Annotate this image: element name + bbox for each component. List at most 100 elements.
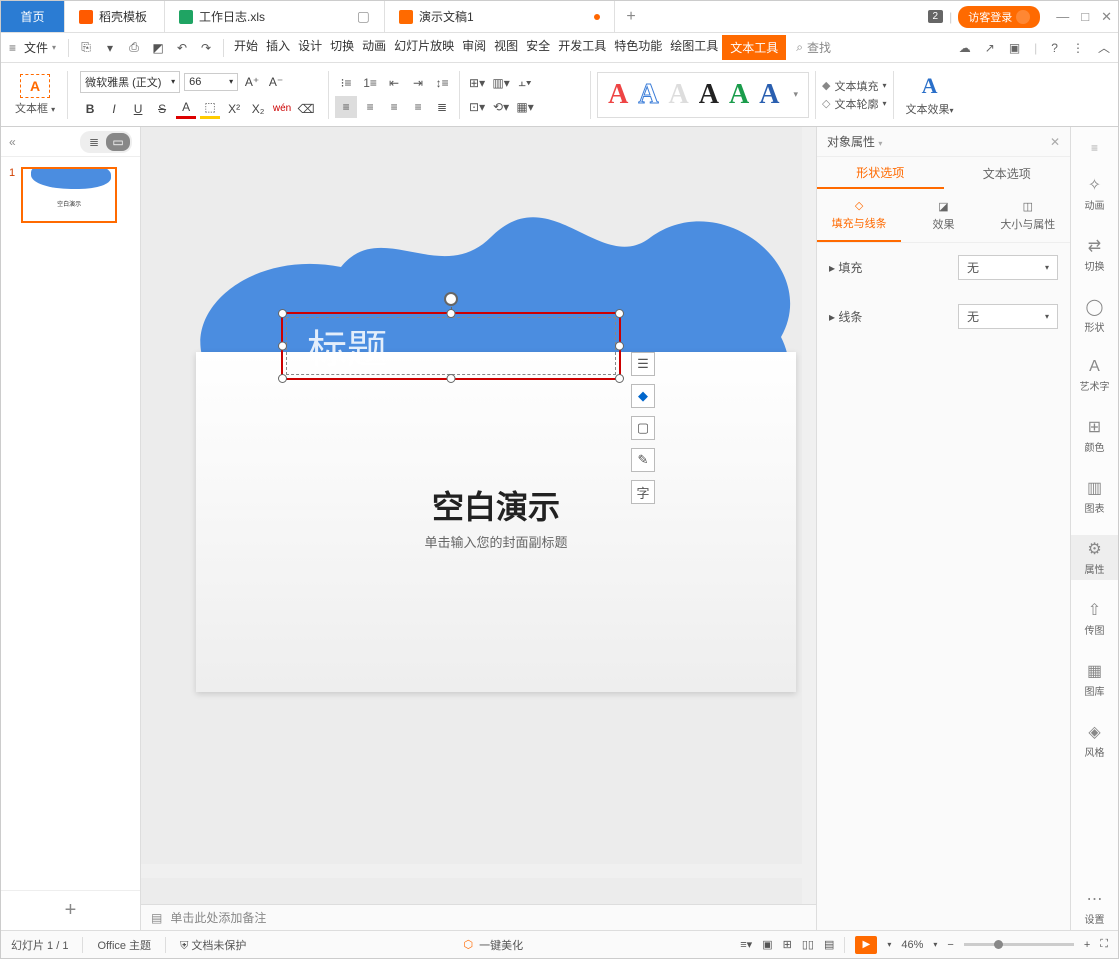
text-frame-group[interactable]: A 文本框 ▾ [9, 67, 61, 122]
underline-button[interactable]: U [128, 99, 148, 119]
open-icon[interactable]: ⎘ [75, 37, 97, 59]
rotate-text-button[interactable]: ⟲▾ [490, 96, 512, 118]
play-dropdown-icon[interactable]: ▾ [887, 940, 891, 949]
columns-button[interactable]: ▥▾ [490, 72, 512, 94]
rail-transition[interactable]: ⇄切换 [1071, 232, 1118, 277]
menu-icon[interactable]: ≡ [9, 41, 16, 55]
slide-thumbnail[interactable]: 1 空白演示 [9, 167, 132, 223]
wordart-style-1[interactable]: A [608, 79, 628, 111]
thumbnail-view-toggle[interactable]: ≣ ▭ [80, 131, 132, 153]
wordart-style-2[interactable]: A [638, 79, 658, 111]
menu-security[interactable]: 安全 [522, 35, 554, 60]
beautify-button[interactable]: ⬡ 一键美化 [464, 937, 524, 953]
menu-drawing[interactable]: 绘图工具 [666, 35, 722, 60]
align-center-button[interactable]: ≡ [359, 96, 381, 118]
login-button[interactable]: 访客登录 [958, 6, 1040, 28]
collapse-panel-icon[interactable]: « [9, 135, 16, 149]
align-justify-button[interactable]: ≡ [407, 96, 429, 118]
font-family-select[interactable]: 微软雅黑 (正文)▾ [80, 71, 180, 93]
increase-font-icon[interactable]: A⁺ [242, 72, 262, 92]
tab-text-options[interactable]: 文本选项 [944, 157, 1071, 189]
rail-style[interactable]: ◈风格 [1071, 718, 1118, 763]
rail-upload[interactable]: ⇧传图 [1071, 596, 1118, 641]
slide-main-title[interactable]: 空白演示 [432, 482, 560, 528]
notes-view-icon[interactable]: ▤ [824, 938, 834, 951]
font-color-button[interactable]: A [176, 99, 196, 119]
cloud-icon[interactable]: ☁ [959, 41, 971, 55]
resize-handle[interactable] [278, 309, 287, 318]
decrease-font-icon[interactable]: A⁻ [266, 72, 286, 92]
wordart-style-3[interactable]: A [669, 79, 689, 111]
rail-gallery[interactable]: ▦图库 [1071, 657, 1118, 702]
maximize-icon[interactable]: □ [1081, 9, 1089, 24]
menu-transition[interactable]: 切换 [326, 35, 358, 60]
menu-devtools[interactable]: 开发工具 [554, 35, 610, 60]
layer-icon[interactable]: ☰ [631, 352, 655, 376]
tab-spreadsheet[interactable]: 工作日志.xls ▢ [165, 1, 385, 32]
menu-animation[interactable]: 动画 [358, 35, 390, 60]
print-icon[interactable]: ⎙ [123, 37, 145, 59]
tab-home[interactable]: 首页 [1, 1, 65, 32]
rotate-handle-icon[interactable] [444, 292, 458, 306]
zoom-out-button[interactable]: − [947, 939, 953, 951]
rail-properties[interactable]: ⚙属性 [1071, 535, 1118, 580]
horizontal-scrollbar[interactable] [141, 864, 802, 878]
slide-canvas[interactable]: 空白演示 单击输入您的封面副标题 [196, 352, 796, 692]
resize-handle[interactable] [278, 374, 287, 383]
outline-icon[interactable]: ▢ [631, 416, 655, 440]
tab-templates[interactable]: 稻壳模板 [65, 1, 165, 32]
menu-insert[interactable]: 插入 [262, 35, 294, 60]
screen-icon[interactable]: ▢ [357, 8, 370, 25]
fill-select[interactable]: 无▾ [958, 255, 1058, 280]
search-box[interactable]: ⌕查找 [796, 39, 831, 56]
edit-icon[interactable]: ✎ [631, 448, 655, 472]
subtab-size[interactable]: ◫大小与属性 [986, 189, 1070, 242]
close-icon[interactable]: ✕ [1101, 9, 1112, 25]
zoom-slider[interactable] [964, 943, 1074, 946]
new-tab-button[interactable]: + [615, 1, 647, 32]
highlight-button[interactable]: ⬚ [200, 99, 220, 119]
text-outline-button[interactable]: ◇文本轮廓▾ [822, 96, 886, 112]
rail-animation[interactable]: ✧动画 [1071, 171, 1118, 216]
bold-button[interactable]: B [80, 99, 100, 119]
zoom-value[interactable]: 46% [901, 939, 923, 951]
canvas-viewport[interactable]: 空白演示 单击输入您的封面副标题 标题 ☰ ◆ ▢ [141, 127, 816, 904]
add-slide-button[interactable]: + [1, 890, 140, 930]
share-icon[interactable]: ↗ [985, 41, 995, 55]
save-icon[interactable]: ▾ [99, 37, 121, 59]
indent-dec-button[interactable]: ⇤ [383, 72, 405, 94]
menu-design[interactable]: 设计 [294, 35, 326, 60]
vertical-align-button[interactable]: ⊡▾ [466, 96, 488, 118]
minimize-icon[interactable]: — [1056, 9, 1069, 24]
text-icon[interactable]: 字 [631, 480, 655, 504]
rail-settings[interactable]: ⋯设置 [1071, 885, 1118, 930]
fit-screen-icon[interactable]: ⛶ [1100, 938, 1108, 951]
redo-icon[interactable]: ↷ [195, 37, 217, 59]
tab-presentation[interactable]: 演示文稿1 [385, 1, 615, 32]
title-text-box[interactable]: 标题 [281, 312, 621, 380]
rail-shapes[interactable]: ◯形状 [1071, 293, 1118, 338]
subtab-fill-line[interactable]: ◇填充与线条 [817, 189, 901, 242]
font-size-select[interactable]: 66▾ [184, 73, 238, 91]
slideshow-button[interactable]: ▶ [855, 936, 877, 954]
rail-wordart[interactable]: A艺术字 [1071, 354, 1118, 397]
vertical-scrollbar[interactable] [802, 127, 816, 904]
line-spacing-button[interactable]: ↕≡ [431, 72, 453, 94]
wordart-gallery[interactable]: A A A A A A ▾ [597, 72, 809, 118]
numbering-button[interactable]: 1≡ [359, 72, 381, 94]
wordart-style-5[interactable]: A [729, 79, 749, 111]
menu-review[interactable]: 审阅 [458, 35, 490, 60]
resize-handle[interactable] [278, 342, 287, 351]
text-effects-button[interactable]: A 文本效果▾ [900, 67, 960, 122]
folder-icon[interactable]: ▣ [1009, 41, 1020, 55]
title-placeholder-text[interactable]: 标题 [307, 317, 387, 375]
menu-features[interactable]: 特色功能 [610, 35, 666, 60]
align-left-button[interactable]: ≡ [335, 96, 357, 118]
preview-icon[interactable]: ◩ [147, 37, 169, 59]
phonetic-button[interactable]: wén [272, 99, 292, 119]
collapse-ribbon-icon[interactable]: ︿ [1098, 39, 1110, 56]
gallery-expand-icon[interactable]: ▾ [793, 89, 798, 100]
wordart-style-4[interactable]: A [699, 79, 719, 111]
rail-charts[interactable]: ▥图表 [1071, 474, 1118, 519]
rail-colors[interactable]: ⊞颜色 [1071, 413, 1118, 458]
